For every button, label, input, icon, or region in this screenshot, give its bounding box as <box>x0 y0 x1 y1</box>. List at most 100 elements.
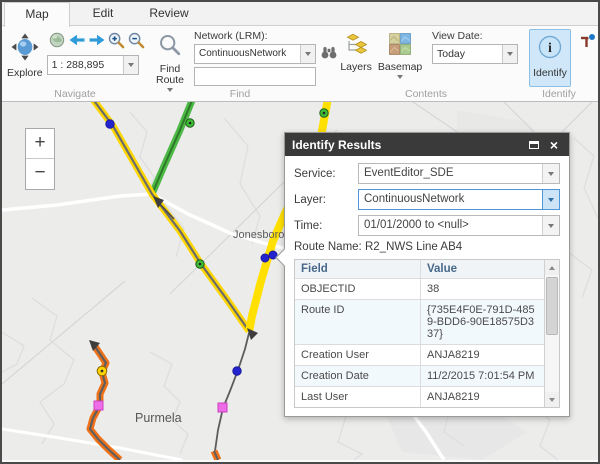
full-extent-globe-icon[interactable] <box>47 30 67 50</box>
table-row[interactable]: Route ID {735E4F0E-791D-4859-BDD6-90E185… <box>295 299 544 344</box>
maximize-icon <box>529 141 539 149</box>
find-route-icon <box>158 33 182 62</box>
layers-label: Layers <box>340 62 372 73</box>
tab-edit[interactable]: Edit <box>70 2 136 26</box>
view-date-dropdown-button[interactable] <box>502 45 517 63</box>
green-point-marker <box>186 119 194 127</box>
map-scale-combobox[interactable]: 1 : 288,895 <box>47 55 139 75</box>
explore-button[interactable]: Explore <box>6 29 44 87</box>
basemap-button[interactable]: Basemap <box>376 29 424 87</box>
identify-button[interactable]: i Identify <box>529 29 571 87</box>
map-zoom-control: + − <box>25 128 55 190</box>
scroll-down-button[interactable] <box>545 392 559 407</box>
attributes-table: Field Value OBJECTID 38 Route ID {735E4F… <box>294 259 560 408</box>
zoom-out-icon[interactable] <box>127 30 147 50</box>
table-row[interactable]: Creation Date 11/2/2015 7:01:54 PM <box>295 365 544 386</box>
app-window: Map Edit Review <box>0 0 600 464</box>
network-dropdown-button[interactable] <box>300 45 315 63</box>
network-combobox[interactable]: ContinuousNetwork <box>194 44 316 64</box>
scrollbar-thumb[interactable] <box>546 277 558 335</box>
pink-square-marker <box>94 401 103 410</box>
service-dropdown-button[interactable] <box>542 164 559 183</box>
explore-icon <box>11 33 39 66</box>
blue-point-marker <box>233 367 241 375</box>
place-label-purmela: Purmela <box>135 411 182 425</box>
route-green[interactable] <box>152 102 193 194</box>
view-date-value: Today <box>433 45 502 63</box>
time-dropdown-button[interactable] <box>542 216 559 235</box>
time-label: Time: <box>294 220 358 232</box>
popup-title: Identify Results <box>292 138 522 152</box>
table-row[interactable]: Creation User ANJA8219 <box>295 344 544 365</box>
identify-label: Identify <box>533 68 567 79</box>
popup-titlebar[interactable]: Identify Results × <box>285 133 569 156</box>
tab-map[interactable]: Map <box>4 2 70 27</box>
group-label-identify: Identify <box>520 88 598 100</box>
view-date-combobox[interactable]: Today <box>432 44 518 64</box>
back-extent-icon[interactable] <box>67 30 87 50</box>
yellow-ring-marker <box>97 366 107 376</box>
route-gray[interactable] <box>215 328 258 460</box>
scroll-up-button[interactable] <box>545 260 559 275</box>
scale-dropdown-button[interactable] <box>123 56 138 74</box>
explore-label: Explore <box>7 68 43 79</box>
identify-results-popup: Identify Results × Service: EventEditor_… <box>284 132 570 417</box>
layer-combobox[interactable]: ContinuousNetwork <box>358 189 560 210</box>
basemap-dropdown-icon <box>397 75 403 79</box>
map-zoom-in-button[interactable]: + <box>26 129 54 159</box>
service-combobox[interactable]: EventEditor_SDE <box>358 163 560 184</box>
table-header-row: Field Value <box>295 260 544 278</box>
chevron-down-icon <box>305 52 311 56</box>
table-row[interactable]: Last User ANJA8219 <box>295 386 544 407</box>
route-selected-yellow[interactable] <box>92 102 249 331</box>
chevron-down-icon <box>548 224 554 228</box>
column-header-field: Field <box>295 260 421 278</box>
view-date-label: View Date: <box>432 30 518 42</box>
popup-body: Service: EventEditor_SDE Layer: Continuo… <box>285 156 569 416</box>
find-route-label: Find Route <box>153 64 187 86</box>
forward-extent-icon[interactable] <box>87 30 107 50</box>
basemap-label: Basemap <box>378 62 422 73</box>
find-route-button[interactable]: Find Route <box>152 29 188 87</box>
popup-close-button[interactable]: × <box>546 137 562 153</box>
ribbon-tabbar: Map Edit Review <box>2 2 598 26</box>
layer-label: Layer: <box>294 194 358 206</box>
triangle-up-icon <box>549 266 555 270</box>
chevron-down-icon <box>128 63 134 67</box>
group-label-contents: Contents <box>332 88 520 100</box>
green-point-marker <box>196 260 204 268</box>
table-row[interactable]: OBJECTID 38 <box>295 278 544 299</box>
route-name-label: Route Name: <box>294 241 362 253</box>
chevron-down-icon <box>507 52 513 56</box>
triangle-down-icon <box>549 398 555 402</box>
route-name-value: R2_NWS Line AB4 <box>365 241 462 253</box>
network-lrm-label: Network (LRM): <box>194 30 337 42</box>
pink-square-marker <box>218 403 227 412</box>
group-label-navigate: Navigate <box>2 88 148 100</box>
popup-maximize-button[interactable] <box>526 137 542 153</box>
network-value: ContinuousNetwork <box>195 45 300 63</box>
zoom-in-icon[interactable] <box>107 30 127 50</box>
table-scrollbar[interactable] <box>544 260 559 407</box>
map-canvas[interactable]: Jonesboro Purmela + − Identify Results ×… <box>2 102 598 460</box>
group-navigate: Explore <box>2 26 148 101</box>
identify-route-locations-icon[interactable] <box>579 33 596 54</box>
column-header-value: Value <box>421 260 544 278</box>
layers-icon <box>344 33 368 60</box>
layers-button[interactable]: Layers <box>336 29 376 87</box>
time-value: 01/01/2000 to <null> <box>359 216 542 235</box>
blue-point-marker <box>106 120 114 128</box>
time-combobox[interactable]: 01/01/2000 to <null> <box>358 215 560 236</box>
route-orange-tail[interactable] <box>214 451 218 460</box>
route-search-input[interactable] <box>194 67 316 86</box>
tab-review[interactable]: Review <box>136 2 202 26</box>
basemap-icon <box>389 33 411 60</box>
chevron-down-icon <box>548 198 554 202</box>
blue-point-marker <box>261 254 269 262</box>
service-value: EventEditor_SDE <box>359 164 542 183</box>
map-zoom-out-button[interactable]: − <box>26 159 54 189</box>
svg-text:i: i <box>548 41 552 56</box>
layer-dropdown-button[interactable] <box>542 190 559 209</box>
route-orange[interactable] <box>89 340 120 460</box>
group-contents: Layers <box>332 26 520 101</box>
